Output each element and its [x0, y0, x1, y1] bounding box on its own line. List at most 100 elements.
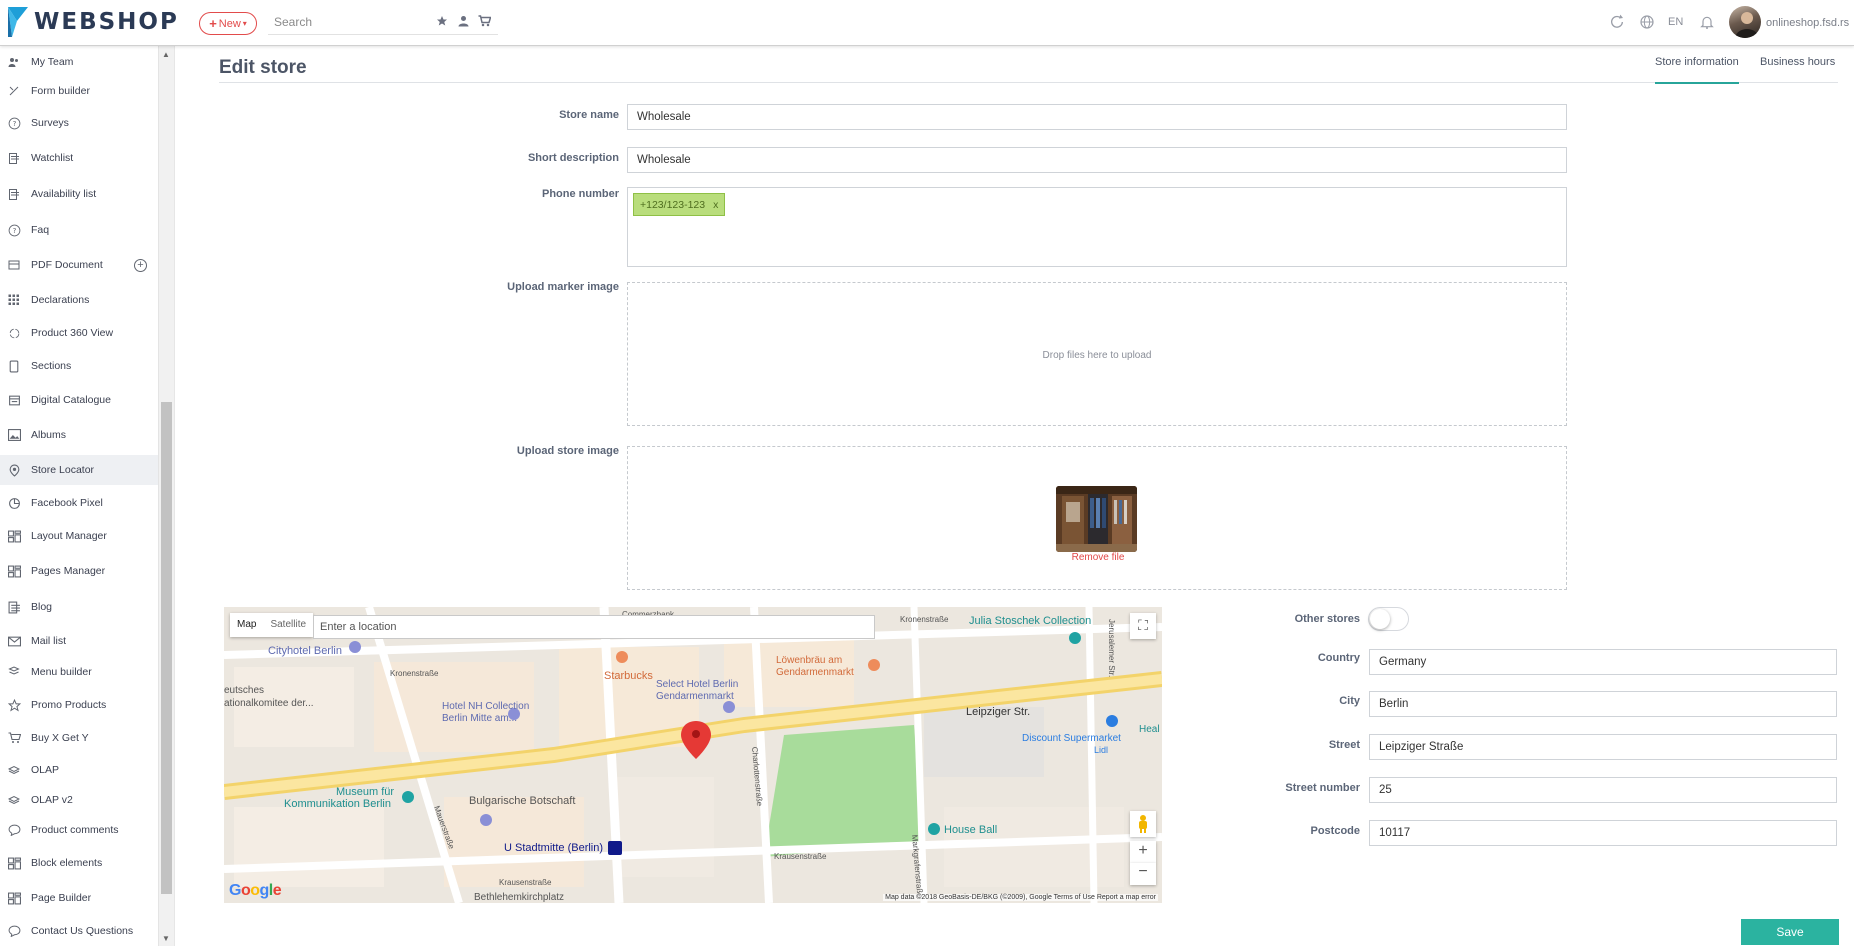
sidebar-item-facebook-pixel[interactable]: Facebook Pixel: [0, 488, 158, 518]
globe-icon[interactable]: [1639, 14, 1655, 30]
sidebar-item-label: Availability list: [31, 188, 97, 200]
short-description-label: Short description: [527, 152, 619, 164]
map-location-input[interactable]: [313, 615, 875, 639]
sidebar-item-product-360-view[interactable]: Product 360 View: [0, 318, 158, 348]
map-type-satellite[interactable]: Satellite: [263, 613, 313, 637]
map-attribution[interactable]: Map data ©2018 GeoBasis-DE/BKG (©2009), …: [883, 894, 1158, 901]
sidebar-item-blog[interactable]: Blog: [0, 592, 158, 622]
sidebar-item-label: Form builder: [31, 85, 90, 97]
sidebar-item-block-elements[interactable]: Block elements: [0, 848, 158, 878]
refresh-icon[interactable]: [1609, 14, 1625, 30]
scroll-down-icon[interactable]: ▼: [160, 934, 172, 944]
svg-text:?: ?: [12, 119, 16, 128]
save-button[interactable]: Save: [1741, 919, 1839, 945]
chat-icon: [7, 924, 21, 938]
user-icon[interactable]: [458, 15, 472, 29]
sidebar-item-pdf-document[interactable]: PDF Document +: [0, 250, 158, 280]
scroll-up-icon[interactable]: ▲: [160, 50, 172, 60]
cart-icon[interactable]: [478, 15, 492, 29]
zoom-out-icon[interactable]: −: [1130, 863, 1156, 885]
sidebar-item-layout-manager[interactable]: Layout Manager: [0, 521, 158, 551]
street-label: Street: [1328, 739, 1360, 751]
sidebar-item-mail-list[interactable]: Mail list: [0, 626, 158, 656]
svg-text:Gendarmenmarkt: Gendarmenmarkt: [776, 667, 854, 678]
sidebar-item-page-builder[interactable]: Page Builder: [0, 883, 158, 913]
sidebar-item-label: Sections: [31, 360, 72, 372]
star-icon[interactable]: [436, 15, 450, 29]
store-map[interactable]: Cityhotel Berlin Starbucks Select Hotel …: [224, 607, 1162, 903]
sidebar-item-product-comments[interactable]: Product comments: [0, 815, 158, 845]
sidebar-scroll-thumb[interactable]: [161, 402, 172, 894]
add-circle-icon[interactable]: +: [134, 258, 147, 272]
tab-store-information[interactable]: Store information: [1655, 56, 1739, 84]
remove-file-link[interactable]: Remove file: [1060, 552, 1136, 563]
svg-text:Museum für: Museum für: [336, 786, 394, 798]
upload-store-image-label: Upload store image: [516, 445, 619, 457]
form-builder-icon: [7, 84, 21, 98]
tag-remove-icon[interactable]: x: [713, 199, 718, 211]
sidebar-item-sections[interactable]: Sections: [0, 351, 158, 381]
city-input[interactable]: [1369, 691, 1837, 717]
sidebar-item-surveys[interactable]: ? Surveys: [0, 108, 158, 138]
domain-label[interactable]: onlineshop.fsd.rs: [1766, 17, 1849, 29]
sidebar-item-buy-x-get-y[interactable]: Buy X Get Y: [0, 723, 158, 753]
sidebar-item-menu-builder[interactable]: Menu builder: [0, 657, 158, 687]
postcode-input[interactable]: [1369, 820, 1837, 846]
svg-text:U Stadtmitte (Berlin): U Stadtmitte (Berlin): [504, 842, 603, 854]
sidebar-item-albums[interactable]: Albums: [0, 420, 158, 450]
sidebar-item-faq[interactable]: ? Faq: [0, 215, 158, 245]
sidebar-item-label: Promo Products: [31, 699, 107, 711]
logo[interactable]: WEBSHOP: [8, 5, 179, 39]
new-button[interactable]: + New ▾: [199, 12, 257, 35]
sidebar-item-pages-manager[interactable]: Pages Manager: [0, 556, 158, 586]
city-label: City: [1339, 695, 1360, 707]
sidebar-item-availability-list[interactable]: Availability list: [0, 179, 158, 209]
sidebar-item-label: OLAP v2: [31, 794, 73, 806]
map-type-map[interactable]: Map: [230, 613, 263, 637]
rotate-icon: [7, 326, 21, 340]
sidebar-item-form-builder[interactable]: Form builder: [0, 76, 158, 106]
phone-number-field[interactable]: +123/123-123 x: [627, 187, 1567, 267]
fullscreen-icon[interactable]: ⛶: [1130, 613, 1156, 639]
grid-icon: [7, 293, 21, 307]
sidebar-item-contact-us-questions[interactable]: Contact Us Questions: [0, 916, 158, 946]
layout-icon: [7, 891, 21, 905]
street-number-label: Street number: [1285, 782, 1360, 794]
sidebar-item-digital-catalogue[interactable]: Digital Catalogue: [0, 385, 158, 415]
star-icon: [7, 698, 21, 712]
tab-business-hours[interactable]: Business hours: [1760, 56, 1835, 82]
sidebar-item-label: Product comments: [31, 824, 119, 836]
avatar[interactable]: [1729, 6, 1761, 38]
other-stores-toggle[interactable]: [1368, 607, 1409, 631]
svg-text:Gendarmenmarkt: Gendarmenmarkt: [656, 691, 734, 702]
phone-tag-value: +123/123-123: [640, 198, 706, 211]
svg-text:Bethlehemkirchplatz: Bethlehemkirchplatz: [474, 892, 564, 903]
svg-text:Hotel NH Collection: Hotel NH Collection: [442, 701, 529, 712]
store-name-label: Store name: [559, 109, 619, 121]
sidebar-item-olap-v2[interactable]: OLAP v2: [0, 785, 158, 815]
sidebar-item-promo-products[interactable]: Promo Products: [0, 690, 158, 720]
street-input[interactable]: [1369, 734, 1837, 760]
short-description-input[interactable]: [627, 147, 1567, 173]
pdf-icon: [7, 258, 21, 272]
bell-icon[interactable]: [1699, 14, 1715, 30]
store-name-input[interactable]: [627, 104, 1567, 130]
phone-tag: +123/123-123 x: [633, 193, 726, 216]
marker-image-dropzone[interactable]: Drop files here to upload: [627, 282, 1567, 426]
svg-text:Discount Supermarket: Discount Supermarket: [1022, 733, 1121, 744]
street-view-pegman-icon[interactable]: [1130, 811, 1156, 837]
sidebar-item-store-locator[interactable]: Store Locator: [0, 455, 158, 485]
sidebar-item-watchlist[interactable]: Watchlist: [0, 143, 158, 173]
sidebar-item-label: Buy X Get Y: [31, 732, 89, 744]
sidebar-item-declarations[interactable]: Declarations: [0, 285, 158, 315]
zoom-in-icon[interactable]: +: [1130, 841, 1156, 863]
search-input[interactable]: [268, 11, 428, 33]
sidebar: My Team Form builder ? Surveys Watchlist Avai…: [0, 46, 175, 946]
new-button-label: New: [218, 17, 241, 30]
sidebar-item-my-team[interactable]: My Team: [0, 47, 158, 77]
country-input[interactable]: [1369, 649, 1837, 675]
street-number-input[interactable]: [1369, 777, 1837, 803]
language-selector[interactable]: EN: [1668, 16, 1683, 28]
comment-icon: [7, 823, 21, 837]
sidebar-item-olap[interactable]: OLAP: [0, 755, 158, 785]
